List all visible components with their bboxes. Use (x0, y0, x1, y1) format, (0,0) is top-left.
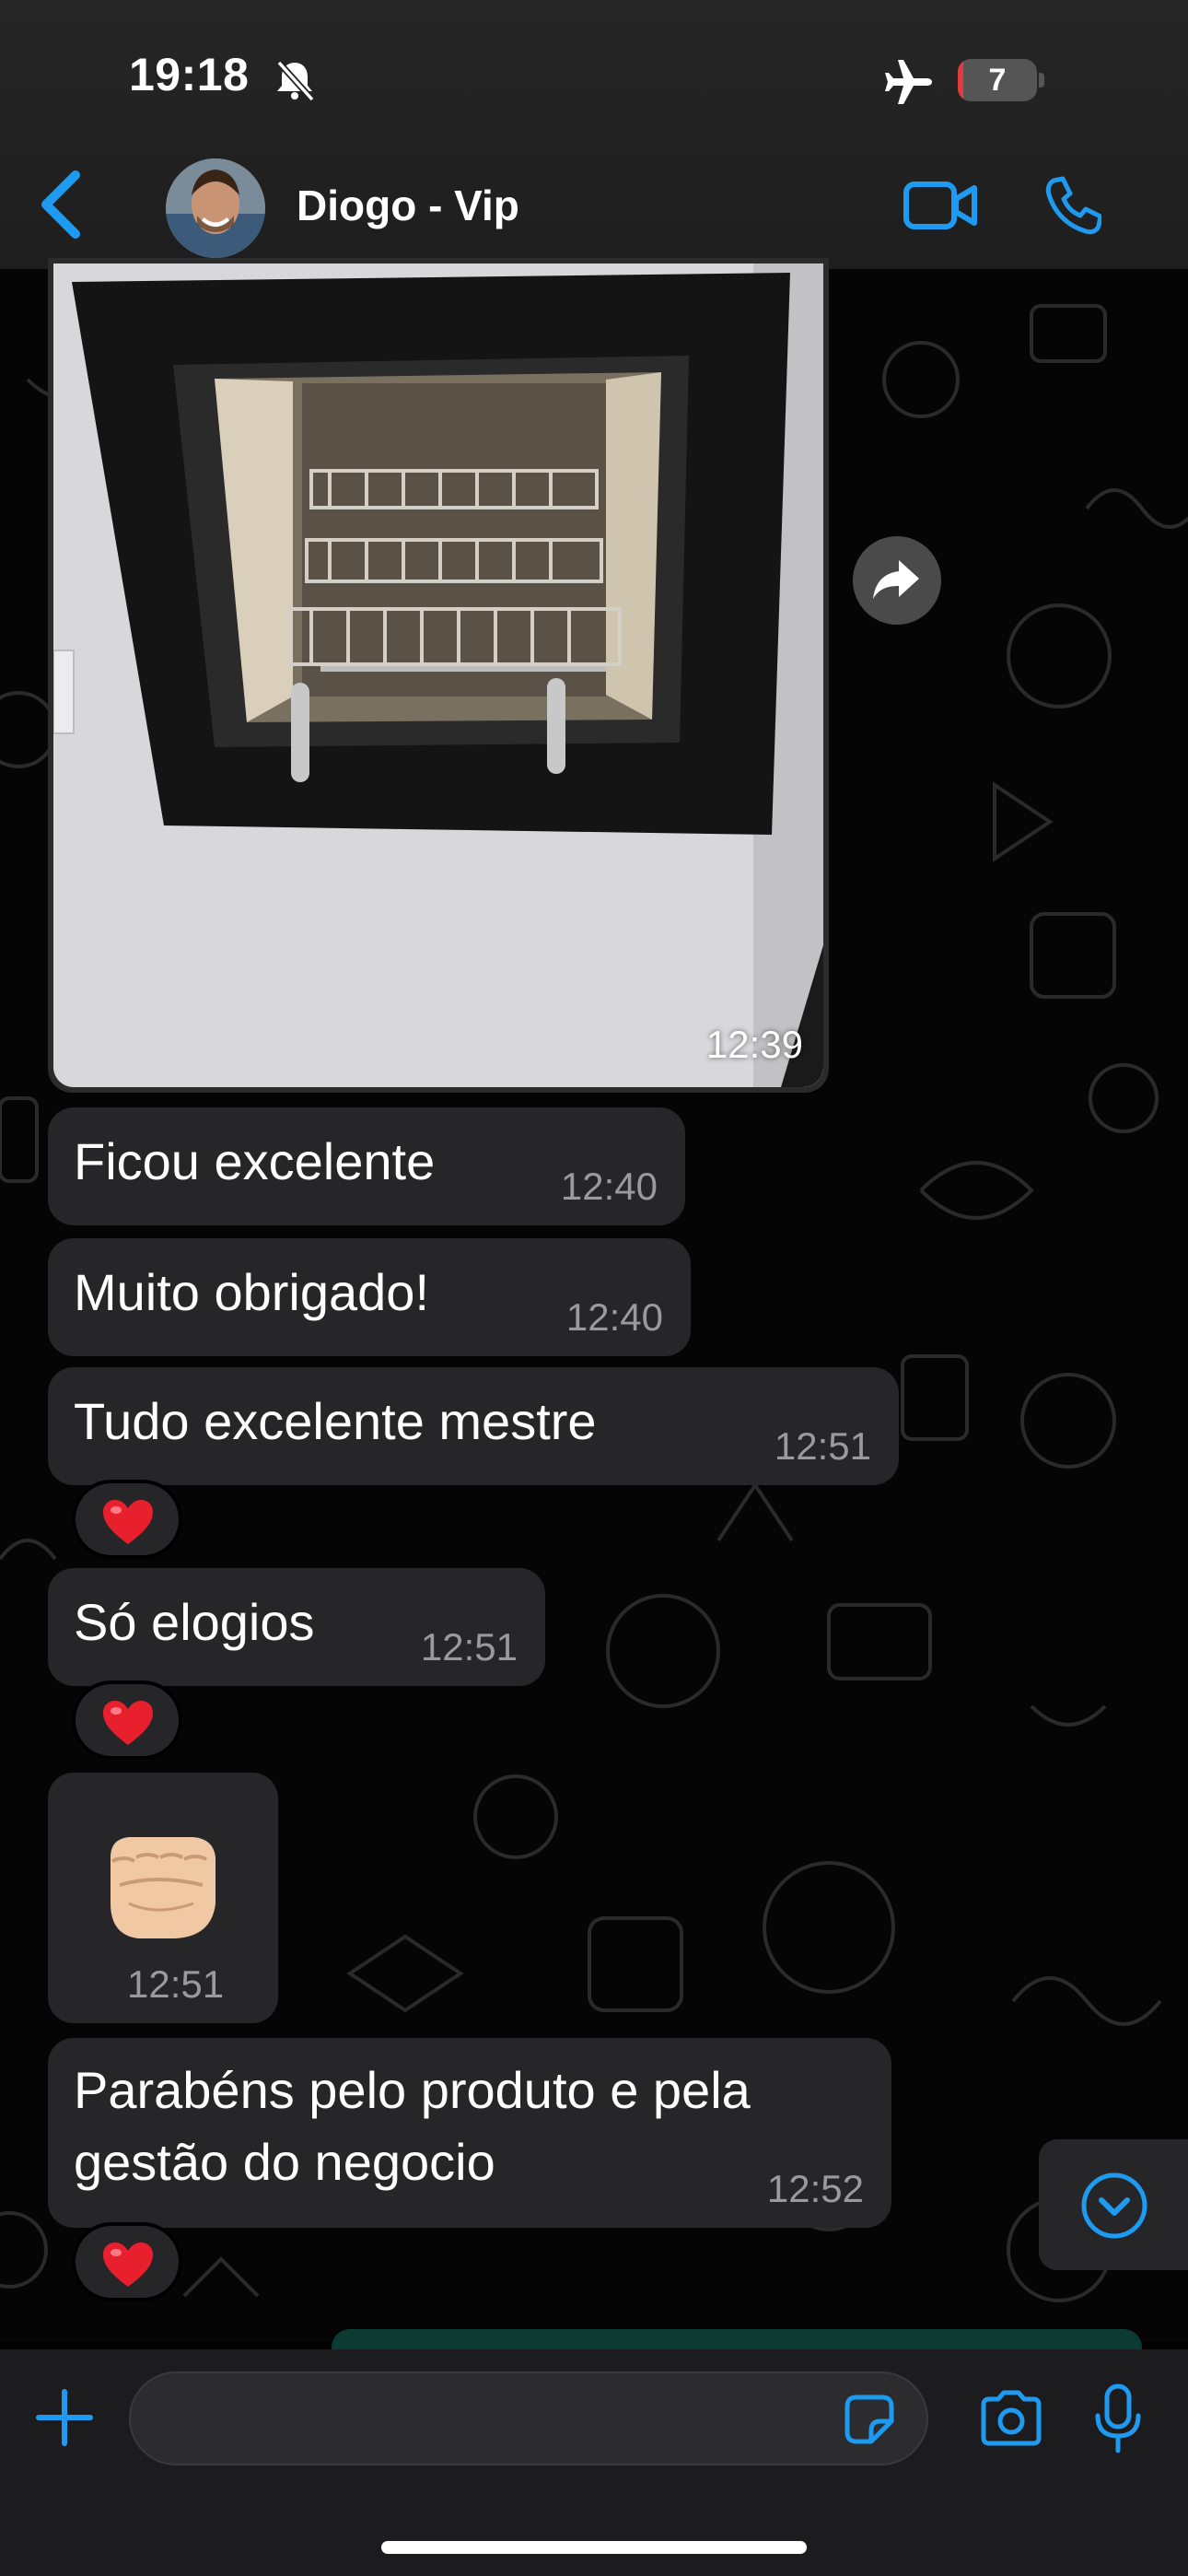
battery-indicator: 7 (958, 59, 1037, 101)
message-text: Só elogios (74, 1593, 315, 1651)
reaction-badge[interactable] (72, 1680, 182, 1760)
chevron-down-icon (1081, 2172, 1147, 2239)
camera-icon[interactable] (978, 2390, 1044, 2447)
phone-icon[interactable] (1041, 175, 1103, 236)
fist-emoji-icon (92, 1830, 230, 1942)
message-text: Muito obrigado! (74, 1263, 430, 1321)
sticker-icon[interactable] (844, 2394, 895, 2445)
contact-name[interactable]: Diogo - Vip (297, 181, 519, 230)
message-bubble[interactable]: Muito obrigado! 12:40 (48, 1238, 691, 1356)
message-time: 12:51 (127, 1962, 225, 2006)
status-time: 19:18 (129, 49, 250, 100)
message-bubble[interactable]: Parabéns pelo produto e pela gestão do n… (48, 2038, 891, 2228)
message-bubble[interactable]: Tudo excelente mestre 12:51 (48, 1367, 899, 1485)
heart-icon (101, 2241, 155, 2289)
grill-photo[interactable]: 12:39 (53, 263, 823, 1087)
message-time: 12:51 (420, 1625, 518, 1669)
scroll-to-bottom-button[interactable] (1039, 2139, 1188, 2270)
message-text-line-2: gestão do negocio (74, 2133, 495, 2191)
video-camera-icon[interactable] (903, 175, 978, 236)
image-message[interactable]: 12:39 (48, 258, 829, 1093)
airplane-icon (882, 55, 936, 109)
message-input[interactable] (129, 2371, 928, 2465)
heart-icon (101, 1498, 155, 1546)
forward-button[interactable] (853, 536, 941, 625)
back-button[interactable] (33, 168, 88, 241)
microphone-icon[interactable] (1092, 2383, 1144, 2456)
message-bubble[interactable]: Ficou excelente 12:40 (48, 1107, 685, 1225)
chat-header: 19:18 7 Diogo - Vip (0, 0, 1188, 269)
battery-level: 7 (988, 63, 1007, 98)
message-time: 12:39 (705, 1023, 803, 1066)
message-bubble[interactable]: Só elogios 12:51 (48, 1568, 545, 1686)
contact-avatar[interactable] (166, 158, 265, 258)
plus-icon[interactable] (33, 2386, 96, 2449)
message-text: Tudo excelente mestre (74, 1392, 597, 1450)
heart-icon (101, 1699, 155, 1747)
message-time: 12:51 (774, 1424, 871, 1468)
message-text-line-1: Parabéns pelo produto e pela (74, 2061, 751, 2119)
home-indicator (381, 2541, 807, 2554)
message-time: 12:40 (565, 1295, 663, 1339)
bell-slash-icon (272, 57, 318, 103)
reaction-badge[interactable] (72, 1480, 182, 1559)
message-time: 12:40 (560, 1165, 658, 1208)
battery-cap (1039, 73, 1044, 88)
message-time: 12:52 (766, 2167, 864, 2210)
reaction-badge[interactable] (72, 2222, 182, 2301)
message-text: Ficou excelente (74, 1132, 436, 1190)
